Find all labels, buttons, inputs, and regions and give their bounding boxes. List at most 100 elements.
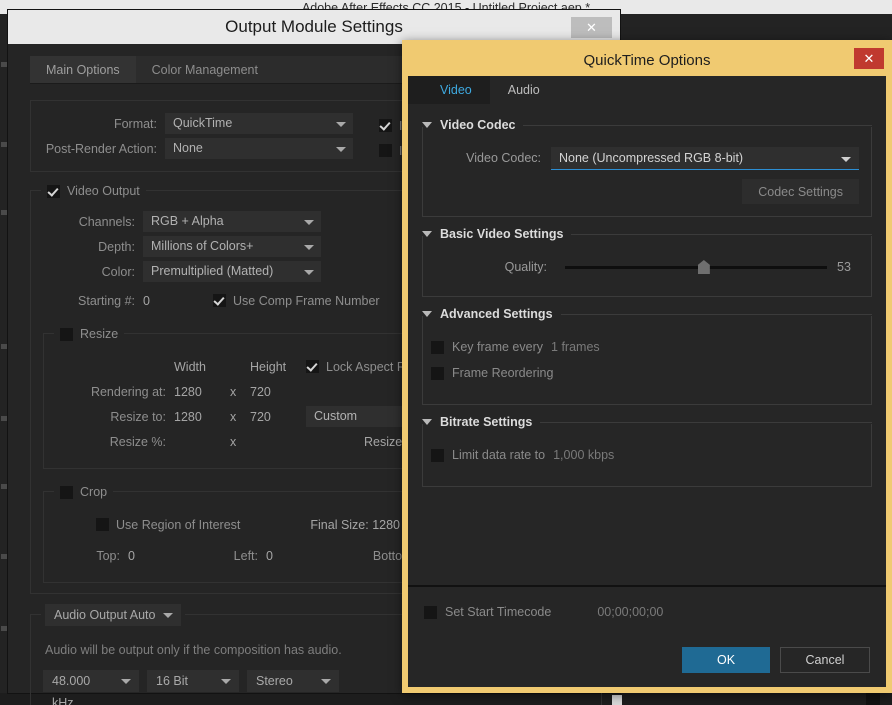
color-value: Premultiplied (Matted)	[151, 264, 274, 278]
video-codec-section: Video Codec Video Codec: None (Uncompres…	[422, 116, 872, 217]
timecode-value[interactable]: 00;00;00;00	[597, 605, 663, 619]
chevron-down-icon	[304, 245, 314, 250]
screen: Adobe After Effects CC 2015 - Untitled P…	[0, 0, 892, 705]
toolbar-icon-5[interactable]	[1, 416, 8, 421]
chevron-down-icon	[221, 679, 231, 684]
quicktime-footer: Set Start Timecode 00;00;00;00 OK Cancel	[408, 585, 886, 687]
format-select[interactable]: QuickTime	[165, 113, 353, 134]
toolbar-icon-7[interactable]	[1, 554, 8, 559]
chevron-down-icon	[336, 122, 346, 127]
rendering-at-height: 720	[250, 384, 271, 399]
limit-data-rate-checkbox[interactable]	[431, 448, 444, 462]
set-start-timecode-checkbox[interactable]	[424, 605, 437, 619]
format-label: Format:	[113, 116, 157, 131]
tab-audio[interactable]: Audio	[489, 76, 558, 104]
post-render-select[interactable]: None	[165, 138, 353, 159]
starting-number-value[interactable]: 0	[143, 294, 213, 308]
close-icon[interactable]: ✕	[854, 48, 884, 69]
use-comp-frame-number-label: Use Comp Frame Number	[233, 293, 380, 308]
color-select[interactable]: Premultiplied (Matted)	[143, 261, 321, 282]
cancel-button[interactable]: Cancel	[780, 647, 870, 673]
app-status-nub-right	[866, 693, 880, 705]
section-divider	[540, 421, 872, 423]
channels-value: RGB + Alpha	[151, 214, 224, 228]
frame-reordering-label: Frame Reordering	[452, 366, 554, 380]
crop-checkbox[interactable]	[60, 485, 73, 499]
codec-settings-button[interactable]: Codec Settings	[742, 179, 859, 204]
audio-rate-value: 48.000 kHz	[52, 674, 91, 705]
disclosure-triangle-icon[interactable]	[422, 122, 432, 128]
tab-video[interactable]: Video	[422, 76, 490, 104]
basic-video-settings-section: Basic Video Settings Quality: 53	[422, 225, 872, 297]
video-codec-select[interactable]: None (Uncompressed RGB 8-bit)	[551, 146, 859, 170]
crop-top-value[interactable]: 0	[128, 549, 216, 563]
depth-select[interactable]: Millions of Colors+	[143, 236, 321, 257]
tab-color-management[interactable]: Color Management	[135, 56, 274, 83]
close-icon[interactable]: ✕	[571, 17, 612, 38]
advanced-section-title: Advanced Settings	[440, 307, 553, 321]
toolbar-icon-4[interactable]	[1, 344, 8, 349]
basic-video-section-title: Basic Video Settings	[440, 227, 564, 241]
quicktime-title-bar: QuickTime Options ✕	[408, 46, 886, 76]
toolbar-icon-2[interactable]	[1, 142, 8, 147]
chevron-down-icon	[304, 220, 314, 225]
disclosure-triangle-icon[interactable]	[422, 311, 432, 317]
channels-select[interactable]: RGB + Alpha	[143, 211, 321, 232]
resize-preset-value: Custom	[314, 409, 358, 423]
audio-rate-select[interactable]: 48.000 kHz	[43, 670, 139, 705]
ok-button[interactable]: OK	[682, 647, 770, 673]
toolbar-icon-6[interactable]	[1, 484, 8, 489]
chevron-down-icon	[121, 679, 131, 684]
quicktime-tab-filler	[557, 76, 886, 104]
key-frame-every-checkbox[interactable]	[431, 340, 444, 354]
depth-value: Millions of Colors+	[151, 239, 254, 253]
resize-checkbox[interactable]	[60, 327, 73, 341]
format-value: QuickTime	[173, 116, 233, 130]
lock-aspect-ratio-checkbox[interactable]	[306, 360, 319, 373]
post-render-label: Post-Render Action:	[45, 141, 157, 156]
toolbar-icon-8[interactable]	[1, 626, 8, 631]
toolbar-icon-1[interactable]	[1, 62, 8, 67]
resize-label: Resize	[80, 327, 119, 341]
include-project-link-checkbox[interactable]	[379, 119, 392, 132]
audio-channels-select[interactable]: Stereo	[247, 670, 339, 692]
quality-slider[interactable]	[565, 259, 827, 275]
include-source-xmp-checkbox[interactable]	[379, 144, 392, 157]
quicktime-title: QuickTime Options	[583, 52, 711, 69]
audio-depth-select[interactable]: 16 Bit	[147, 670, 239, 692]
tab-main-options[interactable]: Main Options	[30, 56, 136, 83]
channels-label: Channels:	[78, 214, 135, 229]
key-frame-every-value[interactable]: 1 frames	[551, 340, 600, 354]
audio-depth-value: 16 Bit	[156, 674, 188, 688]
disclosure-triangle-icon[interactable]	[422, 231, 432, 237]
app-status-nub	[612, 695, 622, 705]
rendering-at-label: Rendering at:	[90, 384, 166, 399]
use-region-of-interest-checkbox[interactable]	[96, 518, 109, 531]
audio-output-legend: Audio Output Auto	[41, 604, 186, 626]
limit-data-rate-value[interactable]: 1,000 kbps	[553, 448, 614, 462]
quicktime-video-panel: Video Codec Video Codec: None (Uncompres…	[408, 104, 886, 585]
crop-label: Crop	[80, 485, 108, 499]
quality-slider-handle[interactable]	[697, 260, 710, 274]
crop-top-label: Top:	[96, 548, 120, 563]
advanced-settings-section: Advanced Settings Key frame every 1 fram…	[422, 305, 872, 405]
crop-left-value[interactable]: 0	[266, 549, 354, 563]
rendering-at-x: x	[230, 384, 237, 399]
resize-quality-label: Resize	[364, 434, 403, 449]
output-module-title-bar: Output Module Settings ✕	[8, 10, 620, 44]
disclosure-triangle-icon[interactable]	[422, 419, 432, 425]
post-render-value: None	[173, 141, 203, 155]
use-comp-frame-number-checkbox[interactable]	[213, 294, 226, 307]
resize-to-height[interactable]: 720	[250, 410, 306, 424]
resize-to-width[interactable]: 1280	[174, 410, 230, 424]
audio-output-mode-select[interactable]: Audio Output Auto	[45, 604, 182, 626]
crop-legend: Crop	[54, 484, 114, 500]
quality-label: Quality:	[504, 260, 547, 274]
output-module-title: Output Module Settings	[225, 17, 403, 36]
section-divider	[523, 124, 872, 126]
toolbar-icon-3[interactable]	[1, 210, 8, 215]
resize-legend: Resize	[54, 326, 125, 342]
frame-reordering-checkbox[interactable]	[431, 366, 444, 380]
resize-col-width: Width	[174, 359, 206, 374]
video-output-checkbox[interactable]	[47, 184, 60, 198]
